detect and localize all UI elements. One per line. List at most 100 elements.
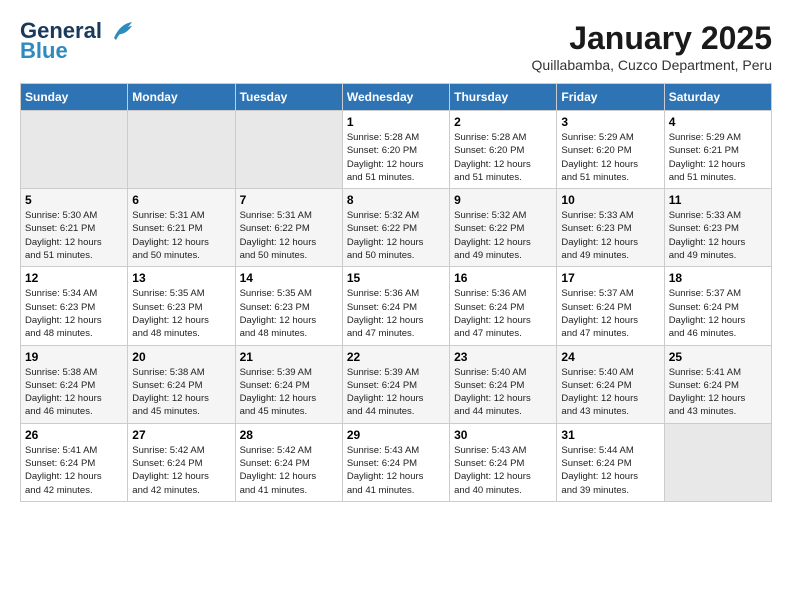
day-cell: 23 Sunrise: 5:40 AMSunset: 6:24 PMDayligh…: [450, 345, 557, 423]
day-info: Sunrise: 5:37 AMSunset: 6:24 PMDaylight:…: [669, 287, 767, 340]
day-info: Sunrise: 5:38 AMSunset: 6:24 PMDaylight:…: [132, 366, 230, 419]
day-info: Sunrise: 5:40 AMSunset: 6:24 PMDaylight:…: [561, 366, 659, 419]
day-info: Sunrise: 5:42 AMSunset: 6:24 PMDaylight:…: [132, 444, 230, 497]
day-cell: [21, 111, 128, 189]
day-info: Sunrise: 5:33 AMSunset: 6:23 PMDaylight:…: [669, 209, 767, 262]
day-cell: 10 Sunrise: 5:33 AMSunset: 6:23 PMDayligh…: [557, 189, 664, 267]
day-number: 9: [454, 193, 552, 207]
day-number: 18: [669, 271, 767, 285]
day-cell: 26 Sunrise: 5:41 AMSunset: 6:24 PMDayligh…: [21, 423, 128, 501]
col-friday: Friday: [557, 84, 664, 111]
logo: General Blue: [20, 20, 134, 64]
day-info: Sunrise: 5:39 AMSunset: 6:24 PMDaylight:…: [240, 366, 338, 419]
day-cell: 21 Sunrise: 5:39 AMSunset: 6:24 PMDayligh…: [235, 345, 342, 423]
day-info: Sunrise: 5:34 AMSunset: 6:23 PMDaylight:…: [25, 287, 123, 340]
day-cell: [664, 423, 771, 501]
col-thursday: Thursday: [450, 84, 557, 111]
day-number: 30: [454, 428, 552, 442]
day-number: 6: [132, 193, 230, 207]
day-cell: 22 Sunrise: 5:39 AMSunset: 6:24 PMDayligh…: [342, 345, 449, 423]
day-info: Sunrise: 5:35 AMSunset: 6:23 PMDaylight:…: [240, 287, 338, 340]
day-info: Sunrise: 5:37 AMSunset: 6:24 PMDaylight:…: [561, 287, 659, 340]
day-number: 7: [240, 193, 338, 207]
day-cell: 15 Sunrise: 5:36 AMSunset: 6:24 PMDayligh…: [342, 267, 449, 345]
day-info: Sunrise: 5:28 AMSunset: 6:20 PMDaylight:…: [454, 131, 552, 184]
day-info: Sunrise: 5:33 AMSunset: 6:23 PMDaylight:…: [561, 209, 659, 262]
day-number: 14: [240, 271, 338, 285]
day-info: Sunrise: 5:38 AMSunset: 6:24 PMDaylight:…: [25, 366, 123, 419]
day-number: 23: [454, 350, 552, 364]
week-row-2: 5 Sunrise: 5:30 AMSunset: 6:21 PMDaylight…: [21, 189, 772, 267]
day-cell: 25 Sunrise: 5:41 AMSunset: 6:24 PMDayligh…: [664, 345, 771, 423]
day-number: 21: [240, 350, 338, 364]
day-cell: 29Sunrise: 5:43 AMSunset: 6:24 PMDayligh…: [342, 423, 449, 501]
logo-bird-icon: [106, 20, 134, 42]
day-info: Sunrise: 5:31 AMSunset: 6:21 PMDaylight:…: [132, 209, 230, 262]
calendar-subtitle: Quillabamba, Cuzco Department, Peru: [532, 57, 772, 73]
day-info: Sunrise: 5:35 AMSunset: 6:23 PMDaylight:…: [132, 287, 230, 340]
day-cell: [128, 111, 235, 189]
day-info: Sunrise: 5:28 AMSunset: 6:20 PMDaylight:…: [347, 131, 445, 184]
day-cell: 27Sunrise: 5:42 AMSunset: 6:24 PMDayligh…: [128, 423, 235, 501]
day-info: Sunrise: 5:32 AMSunset: 6:22 PMDaylight:…: [454, 209, 552, 262]
day-info: Sunrise: 5:39 AMSunset: 6:24 PMDaylight:…: [347, 366, 445, 419]
day-cell: 19 Sunrise: 5:38 AMSunset: 6:24 PMDayligh…: [21, 345, 128, 423]
day-number: 22: [347, 350, 445, 364]
day-cell: 12 Sunrise: 5:34 AMSunset: 6:23 PMDayligh…: [21, 267, 128, 345]
day-number: 29: [347, 428, 445, 442]
day-cell: 9 Sunrise: 5:32 AMSunset: 6:22 PMDaylight…: [450, 189, 557, 267]
day-cell: 13Sunrise: 5:35 AMSunset: 6:23 PMDayligh…: [128, 267, 235, 345]
day-number: 28: [240, 428, 338, 442]
col-tuesday: Tuesday: [235, 84, 342, 111]
col-sunday: Sunday: [21, 84, 128, 111]
day-cell: 5 Sunrise: 5:30 AMSunset: 6:21 PMDaylight…: [21, 189, 128, 267]
day-info: Sunrise: 5:42 AMSunset: 6:24 PMDaylight:…: [240, 444, 338, 497]
day-number: 31: [561, 428, 659, 442]
day-cell: [235, 111, 342, 189]
day-number: 8: [347, 193, 445, 207]
day-cell: 16 Sunrise: 5:36 AMSunset: 6:24 PMDayligh…: [450, 267, 557, 345]
day-info: Sunrise: 5:29 AMSunset: 6:20 PMDaylight:…: [561, 131, 659, 184]
day-cell: 4Sunrise: 5:29 AMSunset: 6:21 PMDaylight…: [664, 111, 771, 189]
day-info: Sunrise: 5:41 AMSunset: 6:24 PMDaylight:…: [25, 444, 123, 497]
day-number: 10: [561, 193, 659, 207]
day-info: Sunrise: 5:31 AMSunset: 6:22 PMDaylight:…: [240, 209, 338, 262]
day-info: Sunrise: 5:44 AMSunset: 6:24 PMDaylight:…: [561, 444, 659, 497]
day-cell: 14 Sunrise: 5:35 AMSunset: 6:23 PMDayligh…: [235, 267, 342, 345]
day-info: Sunrise: 5:32 AMSunset: 6:22 PMDaylight:…: [347, 209, 445, 262]
day-cell: 3Sunrise: 5:29 AMSunset: 6:20 PMDaylight…: [557, 111, 664, 189]
calendar-table: Sunday Monday Tuesday Wednesday Thursday…: [20, 83, 772, 502]
col-saturday: Saturday: [664, 84, 771, 111]
col-monday: Monday: [128, 84, 235, 111]
day-cell: 18 Sunrise: 5:37 AMSunset: 6:24 PMDayligh…: [664, 267, 771, 345]
day-info: Sunrise: 5:36 AMSunset: 6:24 PMDaylight:…: [454, 287, 552, 340]
day-number: 5: [25, 193, 123, 207]
day-cell: 20Sunrise: 5:38 AMSunset: 6:24 PMDayligh…: [128, 345, 235, 423]
day-number: 4: [669, 115, 767, 129]
day-number: 15: [347, 271, 445, 285]
day-cell: 28 Sunrise: 5:42 AMSunset: 6:24 PMDayligh…: [235, 423, 342, 501]
day-number: 16: [454, 271, 552, 285]
day-number: 26: [25, 428, 123, 442]
calendar-title: January 2025: [532, 20, 772, 57]
day-info: Sunrise: 5:30 AMSunset: 6:21 PMDaylight:…: [25, 209, 123, 262]
day-number: 25: [669, 350, 767, 364]
day-cell: 8 Sunrise: 5:32 AMSunset: 6:22 PMDaylight…: [342, 189, 449, 267]
col-wednesday: Wednesday: [342, 84, 449, 111]
day-info: Sunrise: 5:36 AMSunset: 6:24 PMDaylight:…: [347, 287, 445, 340]
week-row-4: 19 Sunrise: 5:38 AMSunset: 6:24 PMDayligh…: [21, 345, 772, 423]
day-cell: 7 Sunrise: 5:31 AMSunset: 6:22 PMDaylight…: [235, 189, 342, 267]
day-number: 24: [561, 350, 659, 364]
day-info: Sunrise: 5:43 AMSunset: 6:24 PMDaylight:…: [454, 444, 552, 497]
day-number: 12: [25, 271, 123, 285]
day-number: 19: [25, 350, 123, 364]
logo-blue: Blue: [20, 38, 68, 64]
header-row: Sunday Monday Tuesday Wednesday Thursday…: [21, 84, 772, 111]
week-row-3: 12 Sunrise: 5:34 AMSunset: 6:23 PMDayligh…: [21, 267, 772, 345]
day-info: Sunrise: 5:41 AMSunset: 6:24 PMDaylight:…: [669, 366, 767, 419]
day-cell: 30 Sunrise: 5:43 AMSunset: 6:24 PMDayligh…: [450, 423, 557, 501]
title-area: January 2025 Quillabamba, Cuzco Departme…: [532, 20, 772, 73]
day-info: Sunrise: 5:40 AMSunset: 6:24 PMDaylight:…: [454, 366, 552, 419]
day-cell: 1Sunrise: 5:28 AMSunset: 6:20 PMDaylight…: [342, 111, 449, 189]
day-cell: 2Sunrise: 5:28 AMSunset: 6:20 PMDaylight…: [450, 111, 557, 189]
